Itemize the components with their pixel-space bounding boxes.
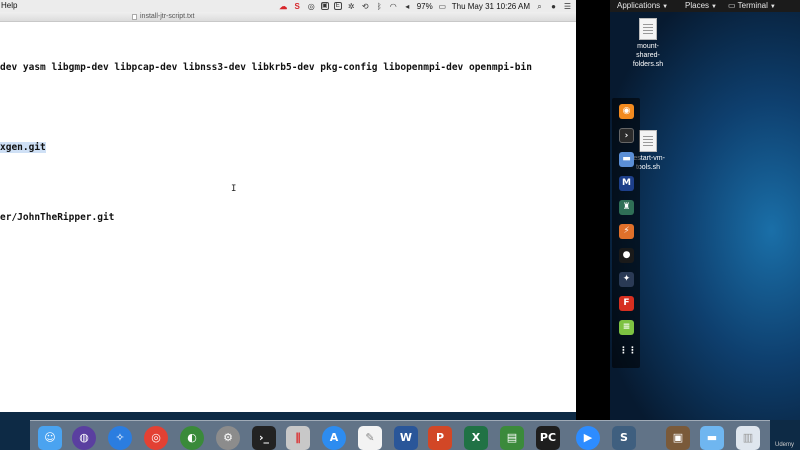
zoom-icon[interactable]: ▶ bbox=[576, 426, 600, 450]
volume-icon[interactable]: ◂ bbox=[403, 2, 412, 11]
clock[interactable]: Thu May 31 10:26 AM bbox=[452, 2, 530, 11]
time-machine-icon[interactable]: ⟲ bbox=[361, 2, 370, 11]
window-title: install-jtr-script.txt bbox=[140, 13, 195, 20]
faraday-icon[interactable]: F bbox=[619, 296, 634, 311]
excel-icon[interactable]: X bbox=[464, 426, 488, 450]
safari-icon[interactable]: ✧ bbox=[108, 426, 132, 450]
wifi-icon[interactable]: ◠ bbox=[389, 2, 398, 11]
chrome-icon[interactable]: ◎ bbox=[144, 426, 168, 450]
text-cursor: I bbox=[231, 184, 237, 194]
burp-suite-icon[interactable]: ◉ bbox=[619, 104, 634, 119]
beef-icon[interactable]: ✦ bbox=[619, 272, 634, 287]
menu-terminal-label: Terminal bbox=[737, 1, 768, 10]
app-store-icon[interactable]: A bbox=[322, 426, 346, 450]
evernote-icon[interactable]: E bbox=[333, 2, 342, 10]
leafpad-icon[interactable]: ≡ bbox=[619, 320, 634, 335]
creative-cloud-icon[interactable]: ☁ bbox=[279, 2, 288, 11]
file-label-line: shared- bbox=[636, 52, 660, 59]
files-icon[interactable]: ▬ bbox=[619, 152, 634, 167]
script-file-icon bbox=[639, 18, 657, 40]
terminal-icon: ▭ bbox=[728, 1, 738, 10]
siri-icon[interactable]: ● bbox=[549, 2, 558, 11]
kali-dock: ◉ › ▬ M ♜ ⚡ ● ✦ F ≡ ⋮⋮ bbox=[612, 98, 640, 368]
file-label-line: mount- bbox=[637, 43, 659, 50]
menu-applications-label: Applications bbox=[617, 1, 661, 10]
trash-icon[interactable]: ▥ bbox=[736, 426, 760, 450]
powerpoint-icon[interactable]: P bbox=[428, 426, 452, 450]
menu-places-label: Places bbox=[685, 1, 710, 10]
textedit-icon[interactable]: ✎ bbox=[358, 426, 382, 450]
mac-menu-bar: Help ☁ S ◎ ▣ E ✲ ⟲ ᛒ ◠ ◂ 97% ▭ Thu May 3… bbox=[0, 0, 576, 12]
parallels-icon[interactable]: ∥ bbox=[286, 426, 310, 450]
window-titlebar[interactable]: install-jtr-script.txt bbox=[0, 12, 576, 22]
script-file-icon bbox=[639, 130, 657, 152]
pycharm-icon[interactable]: PC bbox=[536, 426, 560, 450]
chevron-down-icon: ▼ bbox=[711, 4, 717, 10]
show-applications-icon[interactable]: ⋮⋮ bbox=[619, 344, 637, 359]
kali-top-bar: Applications ▼ Places ▼ ▭ Terminal ▼ bbox=[610, 0, 800, 12]
mac-dock: ☺ ◍ ✧ ◎ ◐ ⚙ ›_ ∥ A ✎ W P X ▤ PC ▶ S ▣ ▬ … bbox=[30, 420, 770, 450]
dropbox-icon[interactable]: ▣ bbox=[320, 2, 329, 10]
folder-icon[interactable]: ▬ bbox=[700, 426, 724, 450]
system-preferences-icon[interactable]: ⚙ bbox=[216, 426, 240, 450]
battery-icon[interactable]: ▭ bbox=[438, 2, 447, 11]
scrivener-icon[interactable]: S bbox=[612, 426, 636, 450]
maltego-icon[interactable]: ● bbox=[619, 248, 634, 263]
armitage-icon[interactable]: ♜ bbox=[619, 200, 634, 215]
finder-icon[interactable]: ☺ bbox=[38, 426, 62, 450]
metasploit-icon[interactable]: M bbox=[619, 176, 634, 191]
udemy-watermark: Udemy bbox=[774, 442, 794, 448]
skype-icon[interactable]: ◎ bbox=[307, 2, 316, 11]
code-line-repo[interactable]: er/JohnTheRipper.git bbox=[0, 212, 114, 223]
settings-icon[interactable]: ✲ bbox=[347, 2, 356, 11]
menu-applications[interactable]: Applications ▼ bbox=[617, 1, 668, 10]
code-line-packages[interactable]: dev yasm libgmp-dev libpcap-dev libnss3-… bbox=[0, 62, 532, 73]
bluetooth-icon[interactable]: ᛒ bbox=[375, 2, 384, 11]
status-bar: ☁ S ◎ ▣ E ✲ ⟲ ᛒ ◠ ◂ 97% ▭ Thu May 31 10:… bbox=[279, 0, 572, 12]
menu-help[interactable]: Help bbox=[1, 1, 17, 10]
pdf-icon[interactable]: ▤ bbox=[500, 426, 524, 450]
chevron-down-icon: ▼ bbox=[769, 4, 776, 10]
file-label-line: folders.sh bbox=[632, 61, 664, 68]
burpsuite-alt-icon[interactable]: ⚡ bbox=[619, 224, 634, 239]
document-icon bbox=[132, 14, 137, 20]
menu-places[interactable]: Places ▼ bbox=[685, 1, 717, 10]
battery-percent: 97% bbox=[416, 1, 433, 11]
terminal-icon[interactable]: ›_ bbox=[252, 426, 276, 450]
code-line-selected[interactable]: xgen.git bbox=[0, 142, 46, 153]
textedit-window: install-jtr-script.txt dev yasm libgmp-d… bbox=[0, 12, 576, 412]
notification-center-icon[interactable]: ☰ bbox=[563, 2, 572, 11]
photo-icon[interactable]: ▣ bbox=[666, 426, 690, 450]
menu-terminal[interactable]: ▭ Terminal ▼ bbox=[728, 1, 776, 10]
scrivener-icon[interactable]: S bbox=[293, 2, 302, 11]
word-icon[interactable]: W bbox=[394, 426, 418, 450]
siri-icon[interactable]: ◍ bbox=[72, 426, 96, 450]
terminal-icon[interactable]: › bbox=[619, 128, 634, 143]
desktop-file-mount-shared-folders[interactable]: mount- shared- folders.sh bbox=[618, 18, 678, 69]
chevron-down-icon: ▼ bbox=[662, 4, 669, 10]
world-icon[interactable]: ◐ bbox=[180, 426, 204, 450]
search-icon[interactable]: ⌕ bbox=[535, 2, 544, 11]
window-gap bbox=[576, 0, 612, 420]
